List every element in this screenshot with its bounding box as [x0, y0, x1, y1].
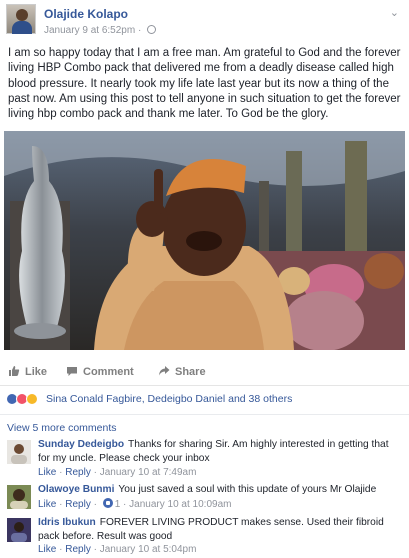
- globe-icon: [147, 25, 157, 34]
- post-meta: January 9 at 6:52pm ·: [44, 25, 157, 36]
- post-timestamp[interactable]: January 9 at 6:52pm: [44, 25, 135, 36]
- comment-label: Comment: [83, 366, 134, 378]
- divider: [0, 414, 409, 415]
- comment-reply-link[interactable]: Reply: [65, 499, 91, 510]
- meta-dot: ·: [90, 499, 100, 510]
- commenter-avatar[interactable]: [7, 440, 31, 464]
- commenter-avatar[interactable]: [7, 518, 31, 542]
- commenter-avatar[interactable]: [7, 485, 31, 509]
- meta-separator: ·: [135, 25, 145, 36]
- post-photo[interactable]: [4, 131, 405, 350]
- meta-dot: ·: [56, 499, 66, 510]
- haha-reaction-icon: [26, 393, 38, 405]
- share-label: Share: [175, 366, 206, 378]
- comment-time[interactable]: January 10 at 10:09am: [129, 499, 231, 510]
- comment-like-link[interactable]: Like: [38, 544, 56, 555]
- commenter-name[interactable]: Sunday Dedeigbo: [38, 439, 124, 450]
- author-avatar[interactable]: [6, 4, 36, 34]
- chevron-down-icon[interactable]: ⌄: [390, 6, 399, 19]
- share-button[interactable]: Share: [158, 365, 206, 380]
- comment-like-link[interactable]: Like: [38, 467, 56, 478]
- reaction-names[interactable]: Sina Conald Fagbire, Dedeigbo Daniel and…: [46, 393, 292, 405]
- thumbs-up-icon: [8, 365, 20, 380]
- comment-body: You just saved a soul with this update o…: [118, 484, 377, 495]
- comment-text: Olawoye Bunmi You just saved a soul with …: [38, 483, 400, 497]
- comment-text: Sunday Dedeigbo Thanks for sharing Sir. A…: [38, 438, 400, 465]
- share-icon: [158, 365, 170, 380]
- post-actions: Like Comment Share: [0, 359, 409, 386]
- comment-time[interactable]: January 10 at 7:49am: [100, 467, 197, 478]
- comment-like-link[interactable]: Like: [38, 499, 56, 510]
- commenter-name[interactable]: Olawoye Bunmi: [38, 484, 114, 495]
- like-badge-icon: [102, 498, 113, 508]
- author-name[interactable]: Olajide Kolapo: [44, 7, 128, 21]
- commenter-name[interactable]: Idris Ibukun: [38, 517, 96, 528]
- comment-item: Olawoye Bunmi You just saved a soul with …: [4, 483, 404, 513]
- reactions-summary[interactable]: Sina Conald Fagbire, Dedeigbo Daniel and…: [6, 392, 404, 408]
- comment-button[interactable]: Comment: [66, 365, 134, 380]
- comment-meta: Like · Reply · 1 · January 10 at 10:09am: [38, 498, 231, 510]
- comment-meta: Like · Reply · January 10 at 7:49am: [38, 467, 196, 478]
- comment-time[interactable]: January 10 at 5:04pm: [100, 544, 197, 555]
- view-more-comments-link[interactable]: View 5 more comments: [7, 422, 117, 434]
- comment-icon: [66, 365, 78, 380]
- comment-item: Sunday Dedeigbo Thanks for sharing Sir. A…: [4, 438, 404, 478]
- meta-dot: ·: [90, 467, 100, 478]
- comment-text: Idris Ibukun FOREVER LIVING PRODUCT makes…: [38, 516, 400, 543]
- comment-item: Idris Ibukun FOREVER LIVING PRODUCT makes…: [4, 516, 404, 556]
- comment-reply-link[interactable]: Reply: [65, 544, 91, 555]
- like-label: Like: [25, 366, 48, 378]
- like-button[interactable]: Like: [8, 365, 47, 380]
- post-text: I am so happy today that I am a free man…: [8, 47, 401, 121]
- meta-dot: ·: [56, 544, 66, 555]
- meta-dot: ·: [90, 544, 100, 555]
- comment-meta: Like · Reply · January 10 at 5:04pm: [38, 544, 196, 555]
- meta-dot: ·: [120, 499, 130, 510]
- meta-dot: ·: [56, 467, 66, 478]
- facebook-post: Olajide Kolapo January 9 at 6:52pm · ⌄ I…: [0, 0, 409, 558]
- comment-reply-link[interactable]: Reply: [65, 467, 91, 478]
